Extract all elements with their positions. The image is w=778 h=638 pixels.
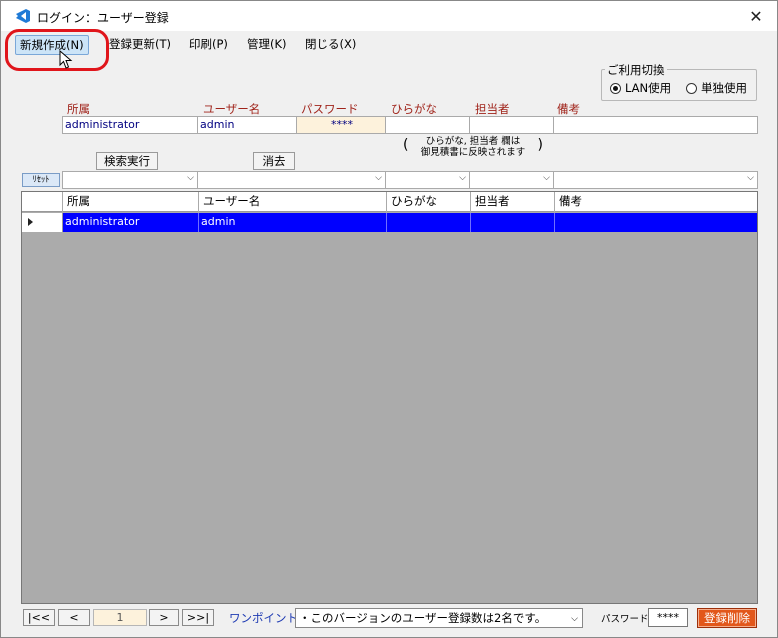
label-username: ユーザー名	[203, 102, 261, 116]
radio-lan-label: LAN使用	[625, 81, 672, 95]
reset-button[interactable]: ﾘｾｯﾄ	[22, 173, 60, 187]
grid-corner	[22, 192, 63, 212]
window-title: ログイン：ユーザー登録	[37, 11, 169, 25]
footer-password-label: パスワード	[601, 614, 649, 625]
chevron-down-icon: ⌵	[187, 173, 194, 183]
label-hiragana: ひらがな	[391, 102, 437, 116]
label-notes: 備考	[557, 102, 580, 116]
menu-print[interactable]: 印刷(P)	[185, 35, 232, 55]
chevron-down-icon: ⌵	[747, 173, 754, 183]
affiliation-field[interactable]: administrator	[62, 116, 198, 134]
radio-standalone-label: 単独使用	[701, 81, 747, 95]
filter-notes[interactable]: ⌵	[553, 171, 758, 189]
onepoint-text: ・このバージョンのユーザー登録数は2名です。	[299, 611, 547, 625]
last-page-button[interactable]: >>|	[182, 609, 214, 626]
close-button[interactable]: ✕	[743, 5, 769, 27]
note-open-paren: (	[403, 137, 409, 153]
onepoint-select[interactable]: ・このバージョンのユーザー登録数は2名です。 ⌵	[295, 608, 583, 628]
page-number[interactable]: 1	[93, 609, 147, 626]
first-page-button[interactable]: |<<	[23, 609, 55, 626]
password-field[interactable]: ****	[296, 116, 386, 134]
cell-staff[interactable]	[471, 213, 555, 232]
note-line-2: 御見積書に反映されます	[420, 147, 526, 158]
usage-mode-title: ご利用切換	[605, 62, 667, 78]
clear-button[interactable]: 消去	[253, 152, 295, 170]
grid-col-staff[interactable]: 担当者	[471, 192, 555, 212]
radio-unselected-icon	[686, 82, 697, 94]
chevron-down-icon: ⌵	[459, 173, 466, 183]
radio-selected-icon	[610, 82, 621, 94]
footer-password-field[interactable]: ****	[648, 608, 688, 627]
onepoint-label: ワンポイント:	[229, 611, 302, 625]
cell-affiliation[interactable]: administrator	[63, 213, 199, 232]
grid-col-hiragana[interactable]: ひらがな	[387, 192, 471, 212]
username-field[interactable]: admin	[197, 116, 297, 134]
notes-field[interactable]	[553, 116, 758, 134]
note-close-paren: )	[537, 137, 543, 153]
app-logo-icon	[16, 9, 30, 23]
menu-bar: 新規作成(N) 登録更新(T) 印刷(P) 管理(K) 閉じる(X)	[1, 31, 777, 57]
cell-notes[interactable]	[555, 213, 757, 232]
field-note: ( ひらがな, 担当者 欄は 御見積書に反映されます )	[403, 136, 543, 158]
label-password: パスワード	[301, 102, 359, 116]
menu-close[interactable]: 閉じる(X)	[301, 35, 360, 55]
app-window: ログイン：ユーザー登録 ✕ 新規作成(N) 登録更新(T) 印刷(P) 管理(K…	[0, 0, 778, 638]
close-icon: ✕	[749, 6, 763, 26]
search-button[interactable]: 検索実行	[96, 152, 158, 170]
menu-new[interactable]: 新規作成(N)	[15, 35, 89, 55]
usage-mode-group: ご利用切換 LAN使用 単独使用	[601, 62, 757, 101]
hiragana-field[interactable]	[385, 116, 470, 134]
menu-manage[interactable]: 管理(K)	[243, 35, 291, 55]
row-selector[interactable]	[22, 213, 63, 232]
prev-page-button[interactable]: <	[58, 609, 90, 626]
grid-col-notes[interactable]: 備考	[555, 192, 757, 212]
staff-field[interactable]	[469, 116, 554, 134]
user-grid[interactable]: 所属 ユーザー名 ひらがな 担当者 備考 administrator admin	[21, 191, 758, 604]
filter-hiragana[interactable]: ⌵	[385, 171, 470, 189]
grid-col-username[interactable]: ユーザー名	[199, 192, 387, 212]
chevron-down-icon: ⌵	[571, 614, 578, 624]
table-row[interactable]: administrator admin	[22, 213, 757, 232]
next-page-button[interactable]: >	[149, 609, 179, 626]
title-bar: ログイン：ユーザー登録 ✕	[1, 1, 777, 31]
grid-header: 所属 ユーザー名 ひらがな 担当者 備考	[22, 192, 757, 212]
cell-hiragana[interactable]	[387, 213, 471, 232]
chevron-down-icon: ⌵	[543, 173, 550, 183]
label-affiliation: 所属	[67, 102, 90, 116]
grid-col-affiliation[interactable]: 所属	[63, 192, 199, 212]
radio-lan[interactable]: LAN使用	[610, 80, 671, 96]
chevron-down-icon: ⌵	[375, 173, 382, 183]
row-pointer-icon	[28, 218, 33, 226]
label-staff: 担当者	[475, 102, 510, 116]
delete-registration-button[interactable]: 登録削除	[697, 608, 757, 628]
note-line-1: ひらがな, 担当者 欄は	[425, 136, 521, 147]
filter-username[interactable]: ⌵	[197, 171, 386, 189]
filter-affiliation[interactable]: ⌵	[62, 171, 198, 189]
filter-staff[interactable]: ⌵	[469, 171, 554, 189]
radio-standalone[interactable]: 単独使用	[686, 80, 747, 96]
cell-username[interactable]: admin	[199, 213, 387, 232]
menu-update[interactable]: 登録更新(T)	[105, 35, 175, 55]
mouse-cursor-icon	[59, 50, 73, 69]
